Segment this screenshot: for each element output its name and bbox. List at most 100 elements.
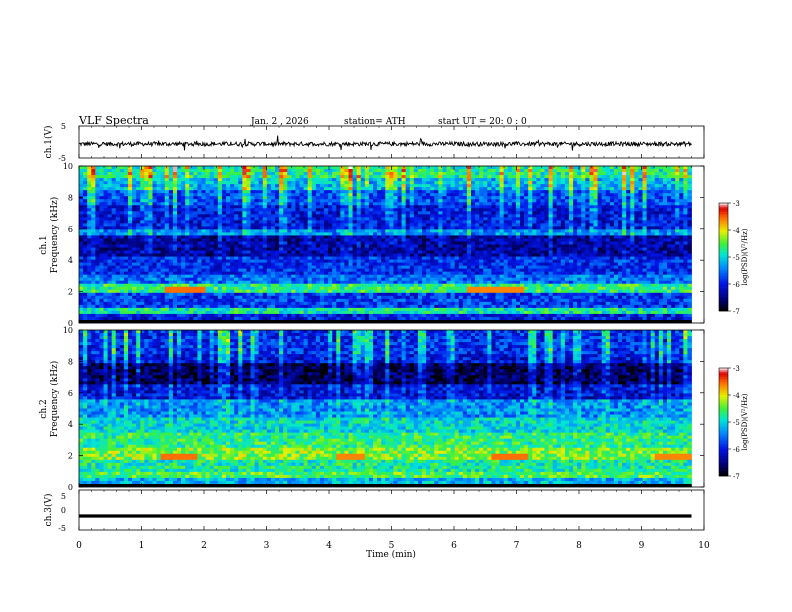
spectrogram-cell [659,220,663,223]
spectrogram-cell [353,181,357,184]
spectrogram-cell [300,202,304,205]
spectrogram-cell [214,223,218,226]
spectrogram-cell [226,169,230,172]
spectrogram-cell [238,205,242,208]
spectrogram-cell [545,166,549,169]
spectrogram-cell [340,208,344,211]
spectrogram-cell [91,229,95,232]
spectrogram-cell [193,220,197,223]
spectrogram-cell [304,263,308,266]
spectrogram-cell [193,169,197,172]
spectrogram-cell [181,187,185,190]
spectrogram-cell [671,257,675,260]
spectrogram-cell [218,251,222,254]
spectrogram-cell [295,251,299,254]
spectrogram-cell [577,205,581,208]
spectrogram-cell [271,248,275,251]
spectrogram-cell [218,205,222,208]
spectrogram-cell [687,205,691,208]
spectrogram-cell [120,226,124,229]
spectrogram-cell [565,187,569,190]
spectrogram-cell [410,229,414,232]
spectrogram-cell [377,245,381,248]
spectrogram-cell [402,241,406,244]
spectrogram-cell [189,193,193,196]
spectrogram-cell [87,241,91,244]
spectrogram-cell [304,169,308,172]
spectrogram-cell [181,217,185,220]
spectrogram-cell [553,187,557,190]
spectrogram-cell [643,220,647,223]
spectrogram-cell [357,190,361,193]
spectrogram-cell [491,208,495,211]
spectrogram-cell [353,178,357,181]
spectrogram-cell [246,202,250,205]
spectrogram-cell [471,223,475,226]
spectrogram-cell [324,251,328,254]
spectrogram-cell [683,193,687,196]
spectrogram-cell [279,172,283,175]
spectrogram-cell [675,217,679,220]
spectrogram-cell [442,235,446,238]
spectrogram-cell [340,229,344,232]
spectrogram-cell [398,184,402,187]
spectrogram-cell [316,196,320,199]
spectrogram-cell [414,193,418,196]
spectrogram-cell [116,196,120,199]
spectrogram-cell [246,190,250,193]
spectrogram-cell [455,260,459,263]
spectrogram-cell [357,229,361,232]
spectrogram-cell [561,223,565,226]
spectrogram-cell [385,193,389,196]
spectrogram-cell [430,184,434,187]
spectrogram-cell [491,190,495,193]
spectrogram-cell [340,187,344,190]
spectrogram-cell [577,238,581,241]
spectrogram-cell [540,169,544,172]
spectrogram-cell [357,263,361,266]
spectrogram-cell [381,248,385,251]
spectrogram-cell [357,208,361,211]
spectrogram-cell [169,263,173,266]
spectrogram-cell [687,248,691,251]
spectrogram-cell [189,184,193,187]
spectrogram-cell [300,172,304,175]
spectrogram-cell [234,202,238,205]
spectrogram-cell [365,187,369,190]
spectrogram-cell [193,248,197,251]
spectrogram-cell [99,226,103,229]
spectrogram-cell [136,184,140,187]
spectrogram-cell [626,220,630,223]
spectrogram-cell [140,190,144,193]
spectrogram-cell [430,254,434,257]
spectrogram-cell [410,202,414,205]
spectrogram-cell [483,166,487,169]
spectrogram-cell [626,254,630,257]
spectrogram-cell [651,251,655,254]
spectrogram-cell [161,202,165,205]
spectrogram-cell [287,178,291,181]
spectrogram-cell [500,238,504,241]
spectrogram-cell [565,257,569,260]
spectrogram-cell [516,245,520,248]
spectrogram-cell [398,181,402,184]
spectrogram-cell [581,220,585,223]
spectrogram-cell [442,229,446,232]
spectrogram-cell [214,202,218,205]
spectrogram-cell [238,202,242,205]
spectrogram-cell [622,226,626,229]
spectrogram-cell [116,178,120,181]
spectrogram-cell [434,245,438,248]
spectrogram-cell [95,181,99,184]
spectrogram-cell [500,211,504,214]
spectrogram-cell [185,172,189,175]
spectrogram-cell [573,190,577,193]
spectrogram-cell [242,229,246,232]
spectrogram-cell [222,178,226,181]
spectrogram-cell [687,178,691,181]
spectrogram-cell [459,245,463,248]
spectrogram-cell [251,172,255,175]
spectrogram-cell [263,208,267,211]
spectrogram-cell [389,184,393,187]
spectrogram-cell [442,193,446,196]
